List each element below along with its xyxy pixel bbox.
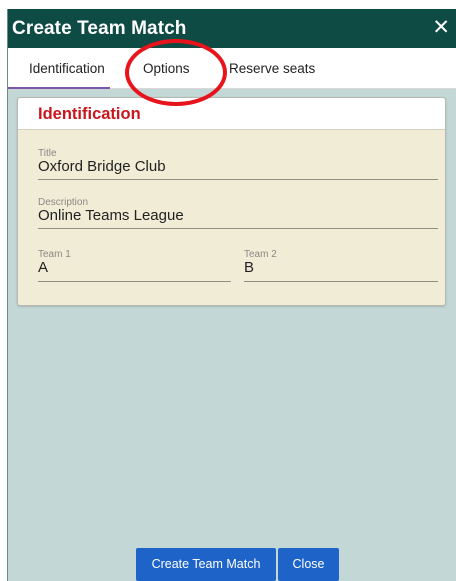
description-field[interactable]: Description Online Teams League — [38, 197, 438, 229]
close-icon[interactable]: ✕ — [432, 17, 450, 38]
description-underline — [38, 228, 438, 229]
tab-options[interactable]: Options — [143, 61, 190, 76]
tab-reserve-seats[interactable]: Reserve seats — [229, 61, 315, 76]
dialog-titlebar: Create Team Match ✕ — [8, 9, 456, 48]
card-header: Identification — [18, 98, 445, 130]
team1-underline — [38, 281, 231, 282]
close-button[interactable]: Close — [278, 548, 339, 581]
team1-field[interactable]: Team 1 A — [38, 249, 231, 282]
team1-value: A — [38, 259, 49, 276]
active-tab-indicator — [8, 87, 110, 89]
title-underline — [38, 179, 438, 180]
team2-field[interactable]: Team 2 B — [244, 249, 438, 282]
identification-card: Identification Title Oxford Bridge Club … — [17, 97, 446, 306]
dialog-title: Create Team Match — [12, 18, 187, 39]
create-team-match-button[interactable]: Create Team Match — [136, 548, 276, 581]
description-value: Online Teams League — [38, 207, 184, 224]
tab-bar: Identification Options Reserve seats — [8, 48, 456, 89]
title-field[interactable]: Title Oxford Bridge Club — [38, 148, 438, 180]
tab-identification[interactable]: Identification — [29, 61, 105, 76]
team2-underline — [244, 281, 438, 282]
create-team-match-dialog: Create Team Match ✕ Identification Optio… — [7, 9, 456, 581]
title-value: Oxford Bridge Club — [38, 158, 166, 175]
team2-value: B — [244, 259, 255, 276]
card-title: Identification — [38, 105, 141, 123]
